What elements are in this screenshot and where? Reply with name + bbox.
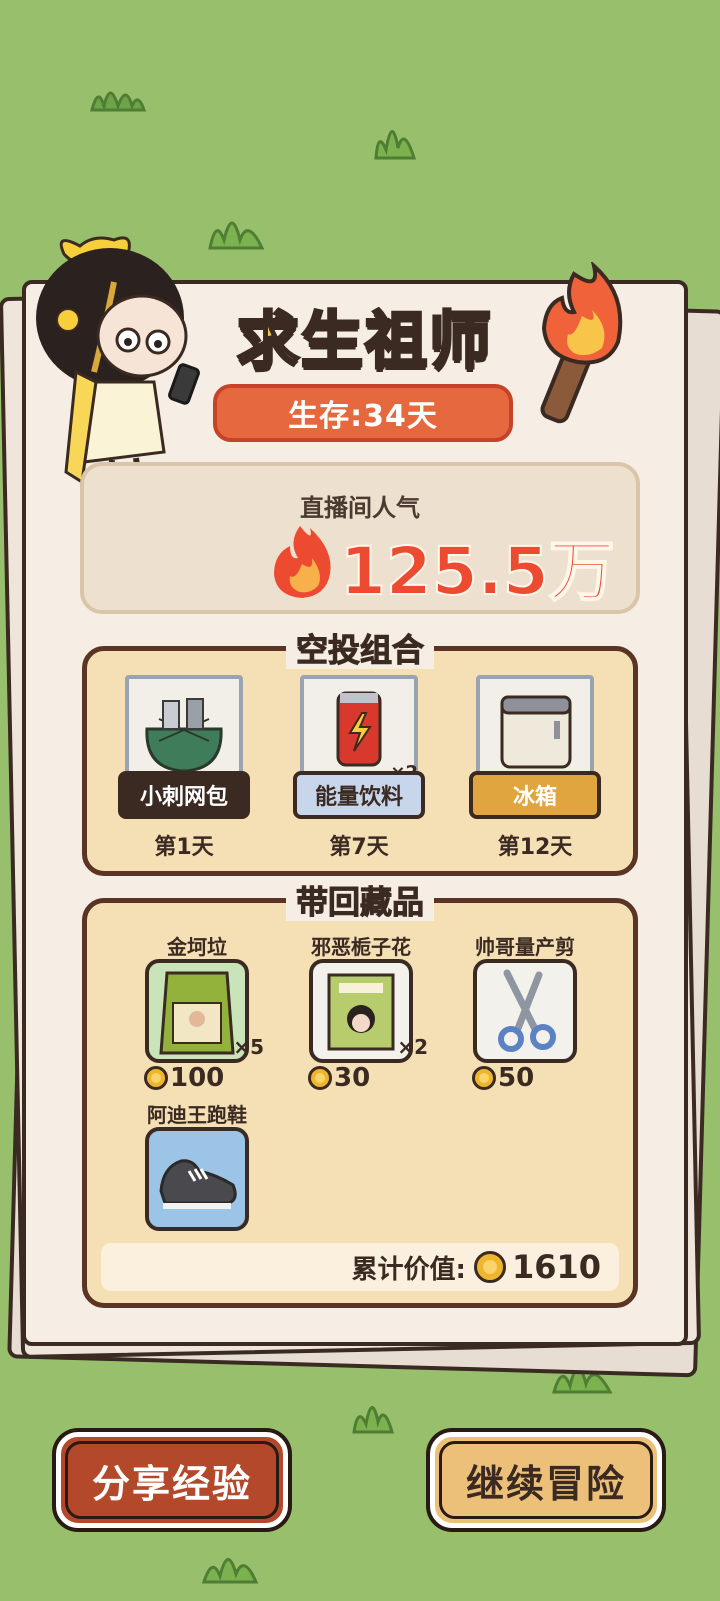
fire-icon bbox=[270, 524, 334, 604]
total-value-bar: 累计价值: 1610 bbox=[101, 1243, 619, 1291]
collection-item[interactable]: 阿迪王跑鞋 bbox=[132, 1099, 262, 1231]
coin-icon bbox=[144, 1066, 168, 1090]
grass-decoration bbox=[350, 1390, 396, 1434]
continue-adventure-button[interactable]: 继续冒险 bbox=[430, 1432, 662, 1528]
share-experience-button[interactable]: 分享经验 bbox=[56, 1432, 288, 1528]
share-button-label: 分享经验 bbox=[91, 1461, 252, 1506]
airdrop-item[interactable]: 冰箱 第12天 bbox=[469, 675, 601, 860]
coin-icon bbox=[308, 1066, 332, 1090]
collection-item-name: 帅哥量产剪 bbox=[475, 935, 575, 959]
grass-decoration bbox=[200, 1540, 260, 1584]
airdrop-item[interactable]: ×2 能量饮料 第7天 bbox=[293, 675, 425, 860]
airdrop-item-label: 小刺网包 bbox=[118, 771, 250, 819]
fridge-icon bbox=[476, 675, 594, 783]
collection-item-price: 50 bbox=[498, 1063, 535, 1093]
energy-drink-icon: ×2 bbox=[300, 675, 418, 783]
airdrop-item-label: 能量饮料 bbox=[293, 771, 425, 819]
collection-item-name: 邪恶栀子花 bbox=[311, 935, 411, 959]
collection-item-price: 100 bbox=[170, 1063, 225, 1093]
quantity-badge: ×2 bbox=[397, 1035, 428, 1059]
popularity-panel: 直播间人气 125.5万 bbox=[80, 462, 640, 614]
collection-item-name: 金坷垃 bbox=[167, 935, 227, 959]
collection-section: 带回藏品 金坷垃 ×5 100 邪恶栀子花 ×2 30 帅哥量产剪 50 阿迪王… bbox=[82, 883, 638, 1308]
airdrop-item-day: 第1天 bbox=[154, 835, 214, 860]
popularity-value: 125.5万 bbox=[339, 532, 616, 611]
airdrop-item[interactable]: 小刺网包 第1天 bbox=[118, 675, 250, 860]
collection-item[interactable]: 金坷垃 ×5 100 bbox=[132, 931, 264, 1093]
collection-item-name: 阿迪王跑鞋 bbox=[147, 1103, 247, 1127]
torch-icon bbox=[524, 260, 634, 432]
airdrop-item-day: 第7天 bbox=[329, 835, 389, 860]
survival-days-badge: 生存:34天 bbox=[213, 384, 513, 442]
grass-decoration bbox=[88, 76, 148, 112]
grass-decoration bbox=[372, 110, 418, 160]
net-bag-icon bbox=[125, 675, 243, 783]
total-value: 1610 bbox=[511, 1248, 601, 1286]
collection-item[interactable]: 邪恶栀子花 ×2 30 bbox=[296, 931, 428, 1093]
grass-decoration bbox=[206, 200, 266, 250]
airdrop-section: 空投组合 小刺网包 第1天 ×2 能量饮料 第7天 bbox=[82, 631, 638, 876]
scissors-icon bbox=[473, 959, 577, 1063]
coin-icon bbox=[472, 1066, 496, 1090]
airdrop-item-label: 冰箱 bbox=[469, 771, 601, 819]
airdrop-item-day: 第12天 bbox=[497, 835, 573, 860]
airdrop-title: 空投组合 bbox=[285, 631, 434, 670]
collection-scroll-area[interactable]: 金坷垃 ×5 100 邪恶栀子花 ×2 30 帅哥量产剪 50 阿迪王跑鞋 bbox=[87, 903, 633, 1239]
coin-icon bbox=[473, 1251, 506, 1283]
quantity-badge: ×5 bbox=[233, 1035, 264, 1059]
continue-button-label: 继续冒险 bbox=[465, 1461, 626, 1506]
page-title: 求生祖师 bbox=[235, 303, 493, 379]
collection-item-price: 30 bbox=[334, 1063, 371, 1093]
total-value-label: 累计价值: bbox=[351, 1254, 466, 1285]
character-avatar bbox=[24, 232, 204, 496]
sneaker-icon bbox=[145, 1127, 249, 1231]
collection-item[interactable]: 帅哥量产剪 50 bbox=[460, 931, 590, 1093]
